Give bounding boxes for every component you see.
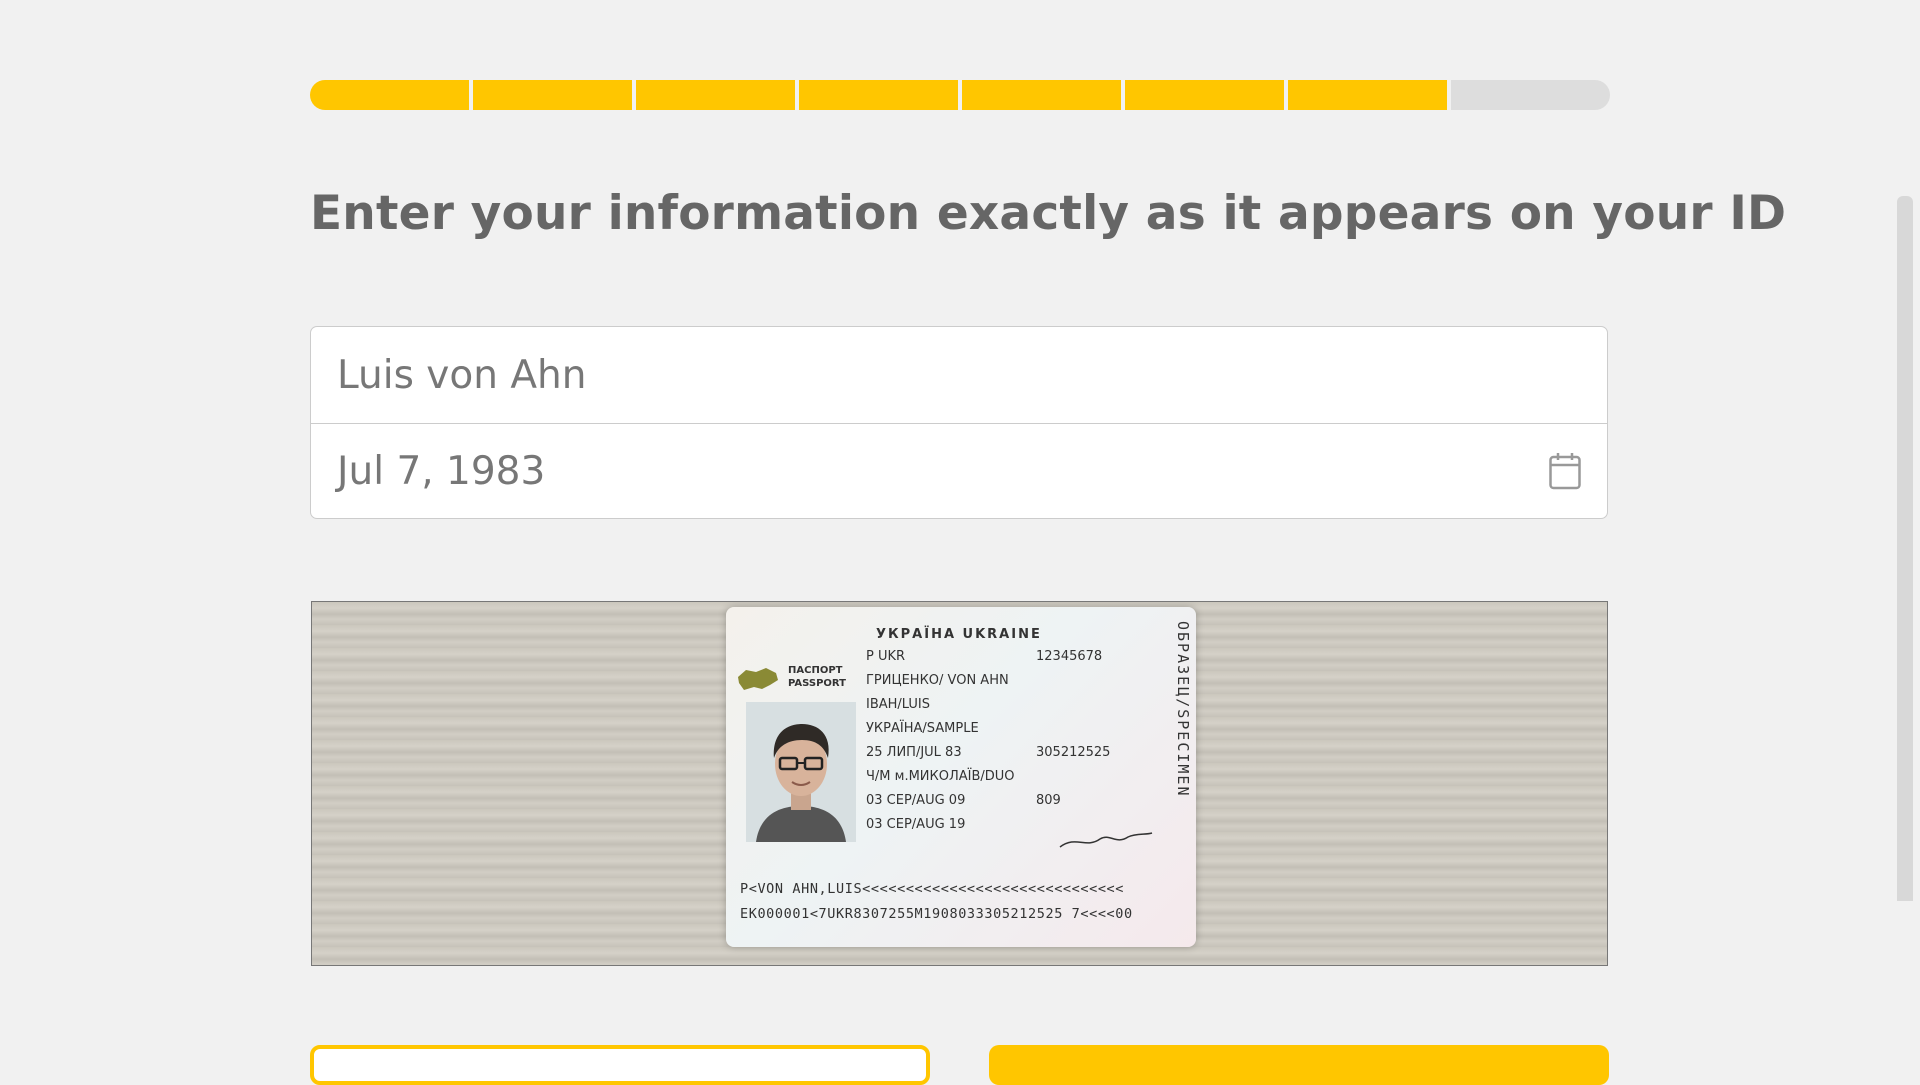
date-of-birth-field[interactable]: Jul 7, 1983 <box>311 423 1607 519</box>
passport-field: ІВАН/LUIS <box>866 697 930 712</box>
passport-field <box>1036 693 1110 717</box>
passport-field: ГРИЦЕНКО/ VON AHN <box>866 673 1009 688</box>
id-photo: УКРАЇНА UKRAINE ПАСПОРТ PASSPORT P UKR Г… <box>311 601 1608 966</box>
calendar-icon[interactable] <box>1549 452 1581 490</box>
page-title: Enter your information exactly as it app… <box>310 186 1787 241</box>
machine-readable-zone: P<VON AHN,LUIS<<<<<<<<<<<<<<<<<<<<<<<<<<… <box>740 877 1133 927</box>
specimen-label: ОБРАЗЕЦ/SPECIMEN <box>1174 621 1192 798</box>
progress-step <box>310 80 469 110</box>
primary-button[interactable] <box>989 1045 1609 1085</box>
passport-field: 03 СЕР/AUG 09 <box>866 793 966 808</box>
passport-fields-right: 12345678 305212525 809 <box>1036 645 1110 813</box>
id-info-form: Luis von Ahn Jul 7, 1983 <box>310 326 1608 519</box>
passport-word: ПАСПОРТ PASSPORT <box>788 665 847 689</box>
passport-field: УКРАЇНА/SAMPLE <box>866 721 979 736</box>
progress-step <box>1125 80 1284 110</box>
signature <box>1059 832 1153 848</box>
passport-field: 03 СЕР/AUG 19 <box>866 817 966 832</box>
progress-step <box>962 80 1121 110</box>
progress-step <box>1288 80 1447 110</box>
passport-field: 25 ЛИП/JUL 83 <box>866 745 962 760</box>
progress-step <box>473 80 632 110</box>
progress-bar <box>310 80 1610 110</box>
progress-step <box>636 80 795 110</box>
passport-field: 809 <box>1036 793 1061 808</box>
full-name-field[interactable]: Luis von Ahn <box>311 327 1607 423</box>
passport-field <box>1036 765 1110 789</box>
date-of-birth-value: Jul 7, 1983 <box>337 449 546 494</box>
mrz-line: P<VON AHN,LUIS<<<<<<<<<<<<<<<<<<<<<<<<<<… <box>740 881 1125 897</box>
ukraine-map-icon <box>738 668 778 690</box>
passport-document: УКРАЇНА UKRAINE ПАСПОРТ PASSPORT P UKR Г… <box>726 607 1196 947</box>
secondary-button[interactable] <box>310 1045 930 1085</box>
passport-field: Ч/М м.МИКОЛАЇВ/DUO <box>866 769 1015 784</box>
passport-country-header: УКРАЇНА UKRAINE <box>876 627 1042 642</box>
mrz-line: EK000001<7UKR8307255M1908033305212525 7<… <box>740 906 1133 922</box>
holder-portrait <box>746 702 856 842</box>
passport-fields: P UKR ГРИЦЕНКО/ VON AHN ІВАН/LUIS УКРАЇН… <box>866 645 1015 837</box>
full-name-value: Luis von Ahn <box>337 352 587 398</box>
progress-step <box>1451 80 1610 110</box>
passport-field <box>1036 669 1110 693</box>
scrollbar[interactable] <box>1897 196 1913 901</box>
passport-field: P UKR <box>866 649 906 664</box>
passport-field: 305212525 <box>1036 745 1111 760</box>
progress-step <box>799 80 958 110</box>
passport-field: 12345678 <box>1036 649 1103 664</box>
passport-field <box>1036 717 1110 741</box>
